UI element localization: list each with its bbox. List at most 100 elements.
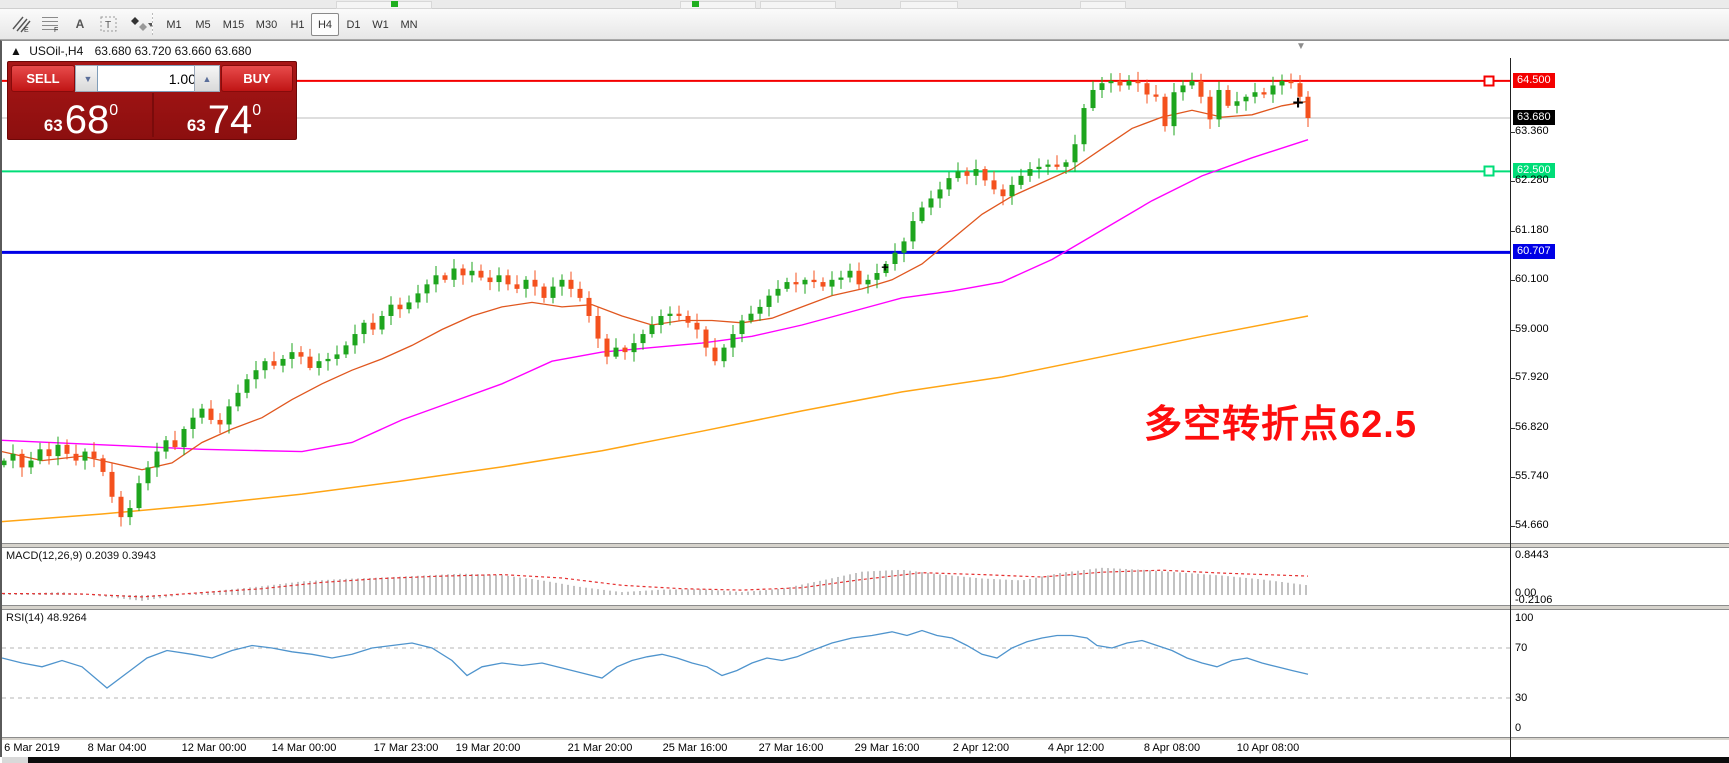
buy-price-big-figure: 63 xyxy=(187,117,206,134)
candle-body xyxy=(227,406,232,424)
candle-body xyxy=(902,241,907,252)
candle-body xyxy=(128,508,133,517)
candle-body xyxy=(794,282,799,284)
volume-input[interactable] xyxy=(97,65,203,92)
candle-body xyxy=(893,253,898,264)
candle-body xyxy=(1244,97,1249,102)
date-label: 29 Mar 16:00 xyxy=(855,742,920,754)
date-label: 19 Mar 20:00 xyxy=(456,742,521,754)
candle-body xyxy=(272,361,277,366)
cross-marker: + xyxy=(1292,93,1303,115)
candle-body xyxy=(758,307,763,314)
candle-body xyxy=(767,296,772,307)
lines-tool-icon[interactable]: E xyxy=(8,12,34,35)
candle-body xyxy=(200,409,205,418)
green-indicator-icon xyxy=(692,1,699,7)
sell-price-fraction: 0 xyxy=(109,103,118,119)
candle-body xyxy=(1181,85,1186,92)
timeframe-button-H4[interactable]: H4 xyxy=(311,13,339,36)
timeframe-button-M15[interactable]: M15 xyxy=(217,13,250,36)
axis-tick xyxy=(1510,526,1515,527)
candle-body xyxy=(155,452,160,468)
timeframe-button-W1[interactable]: W1 xyxy=(367,13,394,36)
price-label: 56.820 xyxy=(1515,420,1549,435)
candle-body xyxy=(47,449,52,456)
candle-body xyxy=(380,316,385,330)
sell-price-display[interactable]: 63 68 0 xyxy=(11,93,151,139)
candle-body xyxy=(1235,101,1240,106)
axis-tick xyxy=(1510,378,1515,379)
candle-body xyxy=(731,334,736,348)
candle-body xyxy=(497,275,502,282)
svg-text:T: T xyxy=(105,20,111,31)
chart-window[interactable]: ▲ USOil-,H4 63.680 63.720 63.660 63.680 … xyxy=(0,40,1729,757)
candle-body xyxy=(326,359,331,361)
fibonacci-tool-icon[interactable]: F xyxy=(38,12,64,35)
line-endpoint-marker[interactable] xyxy=(1484,75,1495,86)
text-label-tool-icon[interactable]: T xyxy=(96,12,122,35)
indicator-scale-label: 0 xyxy=(1515,721,1521,736)
sell-price-big-figure: 63 xyxy=(44,117,63,134)
time-axis[interactable]: 6 Mar 2019 8 Mar 04:00 12 Mar 00:00 14 Mar … xyxy=(2,740,1729,757)
timeframe-button-M1[interactable]: M1 xyxy=(160,13,188,36)
candle-body xyxy=(515,284,520,289)
candle-body xyxy=(1280,81,1285,86)
macd-signal-line xyxy=(2,570,1308,597)
buy-price-display[interactable]: 63 74 0 xyxy=(154,93,294,139)
ma-mid-line xyxy=(2,140,1308,452)
buy-button[interactable]: BUY xyxy=(221,65,293,92)
candle-body xyxy=(137,483,142,508)
indicator-scale-label: 0.8443 xyxy=(1515,548,1549,563)
date-label: 14 Mar 00:00 xyxy=(272,742,337,754)
candle-body xyxy=(857,271,862,285)
candle-body xyxy=(2,461,7,466)
indicator-scale-label: 100 xyxy=(1515,611,1533,626)
candle-body xyxy=(29,461,34,468)
date-label: 2 Apr 12:00 xyxy=(953,742,1009,754)
candle-body xyxy=(182,429,187,447)
candle-body xyxy=(650,325,655,334)
candle-body xyxy=(164,440,169,451)
ohlc-values: 63.680 63.720 63.660 63.680 xyxy=(95,44,252,58)
candle-body xyxy=(1253,92,1258,97)
candle-body xyxy=(542,287,547,298)
date-label: 12 Mar 00:00 xyxy=(182,742,247,754)
candle-body xyxy=(974,169,979,176)
timeframe-button-H1[interactable]: H1 xyxy=(284,13,311,36)
collapse-arrow-icon[interactable]: ▲ xyxy=(10,44,22,58)
candle-body xyxy=(560,280,565,287)
candle-body xyxy=(929,198,934,207)
candle-body xyxy=(191,418,196,429)
chart-title: ▲ USOil-,H4 63.680 63.720 63.660 63.680 xyxy=(10,44,251,58)
timeframe-button-M30[interactable]: M30 xyxy=(250,13,283,36)
candle-body xyxy=(1289,81,1294,83)
date-label: 6 Mar 2019 xyxy=(4,742,60,754)
candle-body xyxy=(1172,92,1177,126)
candle-body xyxy=(704,330,709,348)
sell-button[interactable]: SELL xyxy=(11,65,75,92)
chart-shift-marker[interactable]: ▼ xyxy=(1296,41,1306,52)
candle-body xyxy=(74,454,79,461)
rsi-pane[interactable]: RSI(14) 48.9264 xyxy=(2,610,1510,738)
candle-body xyxy=(848,271,853,278)
candle-body xyxy=(1163,97,1168,126)
green-indicator-icon xyxy=(391,1,398,7)
text-tool-icon[interactable]: A xyxy=(68,12,92,35)
candle-body xyxy=(425,284,430,293)
candle-body xyxy=(83,452,88,461)
ghost-button xyxy=(760,1,836,9)
date-label: 8 Apr 08:00 xyxy=(1144,742,1200,754)
timeframe-button-M5[interactable]: M5 xyxy=(189,13,217,36)
date-label: 8 Mar 04:00 xyxy=(88,742,147,754)
timeframe-button-D1[interactable]: D1 xyxy=(340,13,367,36)
svg-text:E: E xyxy=(24,27,29,33)
timeframe-button-MN[interactable]: MN xyxy=(394,13,424,36)
rsi-label: RSI(14) 48.9264 xyxy=(6,612,87,624)
candle-body xyxy=(1118,81,1123,86)
volume-increase-button[interactable]: ▲ xyxy=(194,65,220,92)
candle-body xyxy=(1208,97,1213,120)
macd-pane[interactable]: MACD(12,26,9) 0.2039 0.3943 xyxy=(2,548,1510,606)
rsi-line xyxy=(2,631,1308,689)
line-endpoint-marker[interactable] xyxy=(1484,166,1495,177)
price-label: 54.660 xyxy=(1515,518,1549,533)
